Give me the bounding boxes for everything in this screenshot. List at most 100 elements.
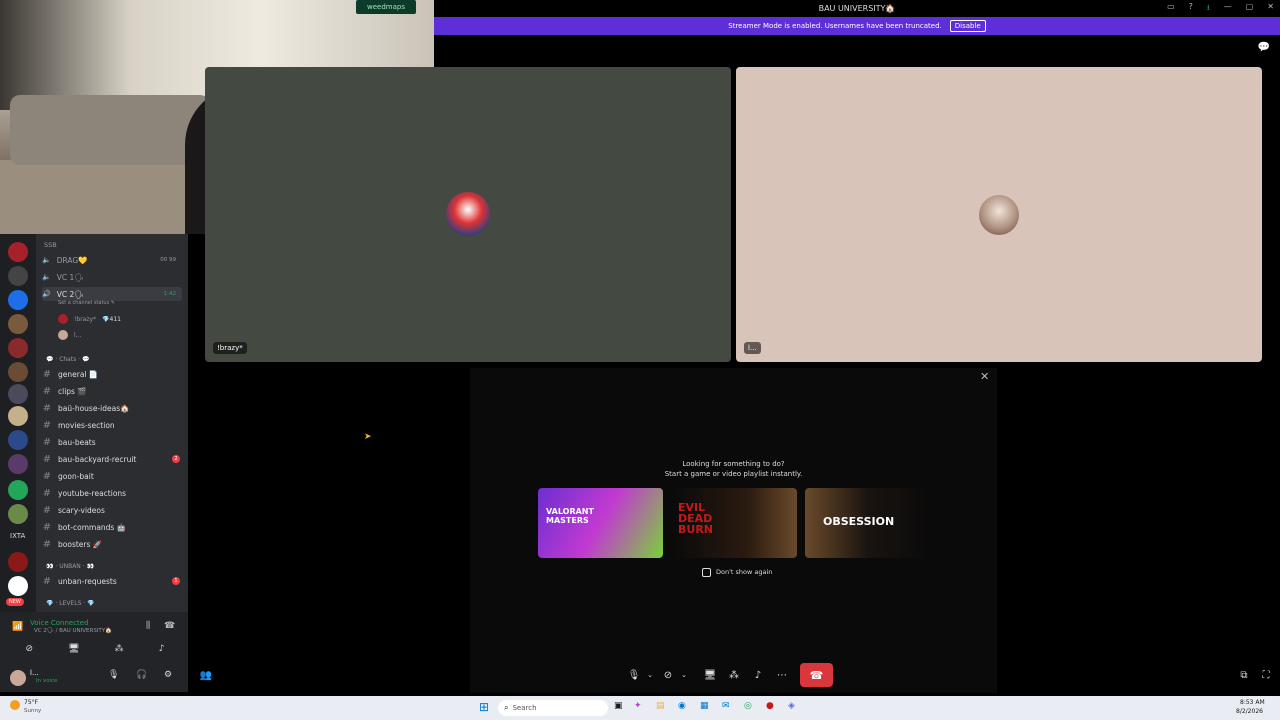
popout-icon[interactable]: ⧉ [1234, 665, 1254, 685]
weather-icon[interactable] [10, 700, 20, 710]
text-channel[interactable]: # bau-beats [42, 435, 182, 449]
server-icon[interactable] [8, 290, 28, 310]
voice-channel-active[interactable]: 🔊 VC 2🗣 1:42 [42, 287, 182, 301]
file-explorer-icon[interactable]: ▤ [656, 701, 665, 711]
server-icon[interactable] [8, 266, 28, 286]
participant-avatar [979, 195, 1019, 235]
mouse-cursor-icon: ➤ [364, 432, 372, 442]
server-icon[interactable] [8, 552, 28, 572]
text-channel[interactable]: # baü-house-ideas🏠 [42, 401, 182, 415]
close-window-button[interactable]: ✕ [1267, 2, 1274, 16]
download-icon[interactable]: ⭳ [1207, 2, 1210, 16]
microphone-icon[interactable]: 🎙 [108, 670, 119, 680]
server-icon[interactable] [8, 314, 28, 334]
text-channel[interactable]: # bot-commands 🤖 [42, 520, 182, 534]
voice-status[interactable]: Voice Connected [30, 619, 89, 627]
text-channel[interactable]: # clips 🎬 [42, 384, 182, 398]
chrome-icon[interactable]: ◎ [744, 701, 752, 711]
category-levels[interactable]: 💎 · LEVELS · 💎 [46, 600, 95, 607]
server-icon[interactable] [8, 384, 28, 404]
participant-tile[interactable]: !brazy* [205, 67, 731, 362]
headphones-icon[interactable]: 🎧 [136, 670, 147, 680]
weather-temp[interactable]: 75°F [24, 699, 38, 706]
avatar[interactable] [10, 670, 26, 686]
outlook-icon[interactable]: ✉ [722, 701, 730, 711]
server-icon[interactable] [8, 406, 28, 426]
camera-off-icon[interactable]: ⊘ [26, 644, 34, 654]
voice-channel[interactable]: 🔈 DRAG💛 00 99 [42, 253, 182, 267]
server-icon[interactable] [8, 242, 28, 262]
activity-icon[interactable]: ⁂ [115, 644, 124, 654]
discord-icon[interactable]: ◈ [788, 701, 795, 711]
clock-time[interactable]: 8:53 AM [1240, 699, 1265, 706]
category-chats[interactable]: 💬 · Chats · 💬 [46, 356, 90, 363]
more-options-icon[interactable]: ⋯ [772, 665, 792, 685]
text-channel[interactable]: # unban-requests 1 [42, 574, 188, 588]
text-channel[interactable]: # bau-backyard-recruit 2 [42, 452, 188, 466]
category-ssb[interactable]: SSB [44, 241, 57, 249]
text-channel[interactable]: # general 📄 [42, 367, 182, 381]
inbox-icon[interactable]: ▭ [1167, 2, 1175, 16]
settings-gear-icon[interactable]: ⚙ [164, 670, 172, 680]
window-controls: ▭ ? ⭳ — ▢ ✕ [1167, 2, 1274, 16]
text-channel[interactable]: # movies-section [42, 418, 182, 432]
noise-suppression-icon[interactable]: ⫼ [146, 621, 150, 631]
hash-icon: # [42, 402, 52, 414]
clock-date[interactable]: 8/2/2026 [1236, 708, 1263, 715]
hash-icon: # [42, 521, 52, 533]
voice-location[interactable]: VC 2🗣 / BAU UNIVERSITY🏠 [34, 628, 112, 634]
chat-bubble-icon[interactable]: 💬 [1258, 42, 1270, 53]
edge-icon[interactable]: ◉ [678, 701, 686, 711]
text-channel[interactable]: # boosters 🚀 [42, 537, 182, 551]
maximize-button[interactable]: ▢ [1246, 2, 1254, 16]
end-call-button[interactable]: ☎ [800, 663, 833, 687]
activity-card-obsession[interactable]: OBSESSION [805, 488, 930, 558]
help-icon[interactable]: ? [1189, 2, 1193, 16]
server-icon[interactable] [8, 454, 28, 474]
minimize-button[interactable]: — [1224, 2, 1232, 16]
voice-actions: ⊘ 🖥 ⁂ ♪ [8, 640, 182, 658]
channel-status[interactable]: Set a channel status ✎ [58, 300, 115, 306]
chevron-down-icon[interactable]: ⌄ [674, 665, 694, 685]
dont-show-checkbox[interactable] [702, 568, 711, 577]
store-icon[interactable]: ▦ [700, 701, 709, 711]
text-channel[interactable]: # youtube-reactions [42, 486, 182, 500]
voice-user[interactable]: !brazy* 💎411 [58, 312, 121, 326]
chevron-down-icon[interactable]: ⌄ [640, 665, 660, 685]
copilot-icon[interactable]: ✦ [634, 701, 642, 711]
activity-card-valorant[interactable]: VALORANT MASTERS [538, 488, 663, 558]
voice-channel[interactable]: 🔈 VC 1🗣 [42, 270, 182, 284]
activity-card-evil-dead[interactable]: EVIL DEAD BURN [672, 488, 797, 558]
soundboard-icon[interactable]: ♪ [748, 665, 768, 685]
server-icon[interactable] [8, 338, 28, 358]
screen-share-icon[interactable]: 🖥 [68, 644, 79, 654]
server-label-ixta[interactable]: IXTA [10, 532, 25, 540]
task-view-icon[interactable]: ▣ [614, 701, 623, 711]
hash-icon: # [42, 575, 52, 587]
app-icon[interactable]: ● [766, 701, 774, 711]
close-icon[interactable]: ✕ [980, 370, 989, 383]
server-icon[interactable] [8, 480, 28, 500]
soundboard-icon[interactable]: ♪ [159, 644, 165, 654]
taskbar-search[interactable]: ⌕ Search [498, 700, 608, 716]
text-channel[interactable]: # scary-videos [42, 503, 182, 517]
server-icon[interactable] [8, 576, 28, 596]
activity-icon[interactable]: ⁂ [724, 665, 744, 685]
weather-desc[interactable]: Sunny [24, 708, 41, 714]
category-unban[interactable]: 👀 · UNBAN · 👀 [46, 563, 94, 570]
windows-start-icon[interactable]: ⊞ [479, 701, 489, 713]
participant-tile[interactable]: l... [736, 67, 1262, 362]
invite-icon[interactable]: 👥 [196, 665, 216, 685]
user-area: l... In voice 🎙 🎧 ⚙ [0, 664, 188, 692]
server-icon[interactable] [8, 504, 28, 524]
screen-share-icon[interactable]: 🖥 [700, 665, 720, 685]
server-icon[interactable] [8, 430, 28, 450]
disconnect-icon[interactable]: ☎ [164, 621, 175, 631]
signal-icon: 📶 [12, 622, 24, 632]
voice-user[interactable]: l... [58, 328, 81, 342]
fullscreen-icon[interactable]: ⛶ [1256, 665, 1276, 685]
participant-name: l... [744, 342, 761, 354]
disable-streamer-button[interactable]: Disable [949, 20, 986, 32]
server-icon[interactable] [8, 362, 28, 382]
text-channel[interactable]: # goon-bait [42, 469, 182, 483]
